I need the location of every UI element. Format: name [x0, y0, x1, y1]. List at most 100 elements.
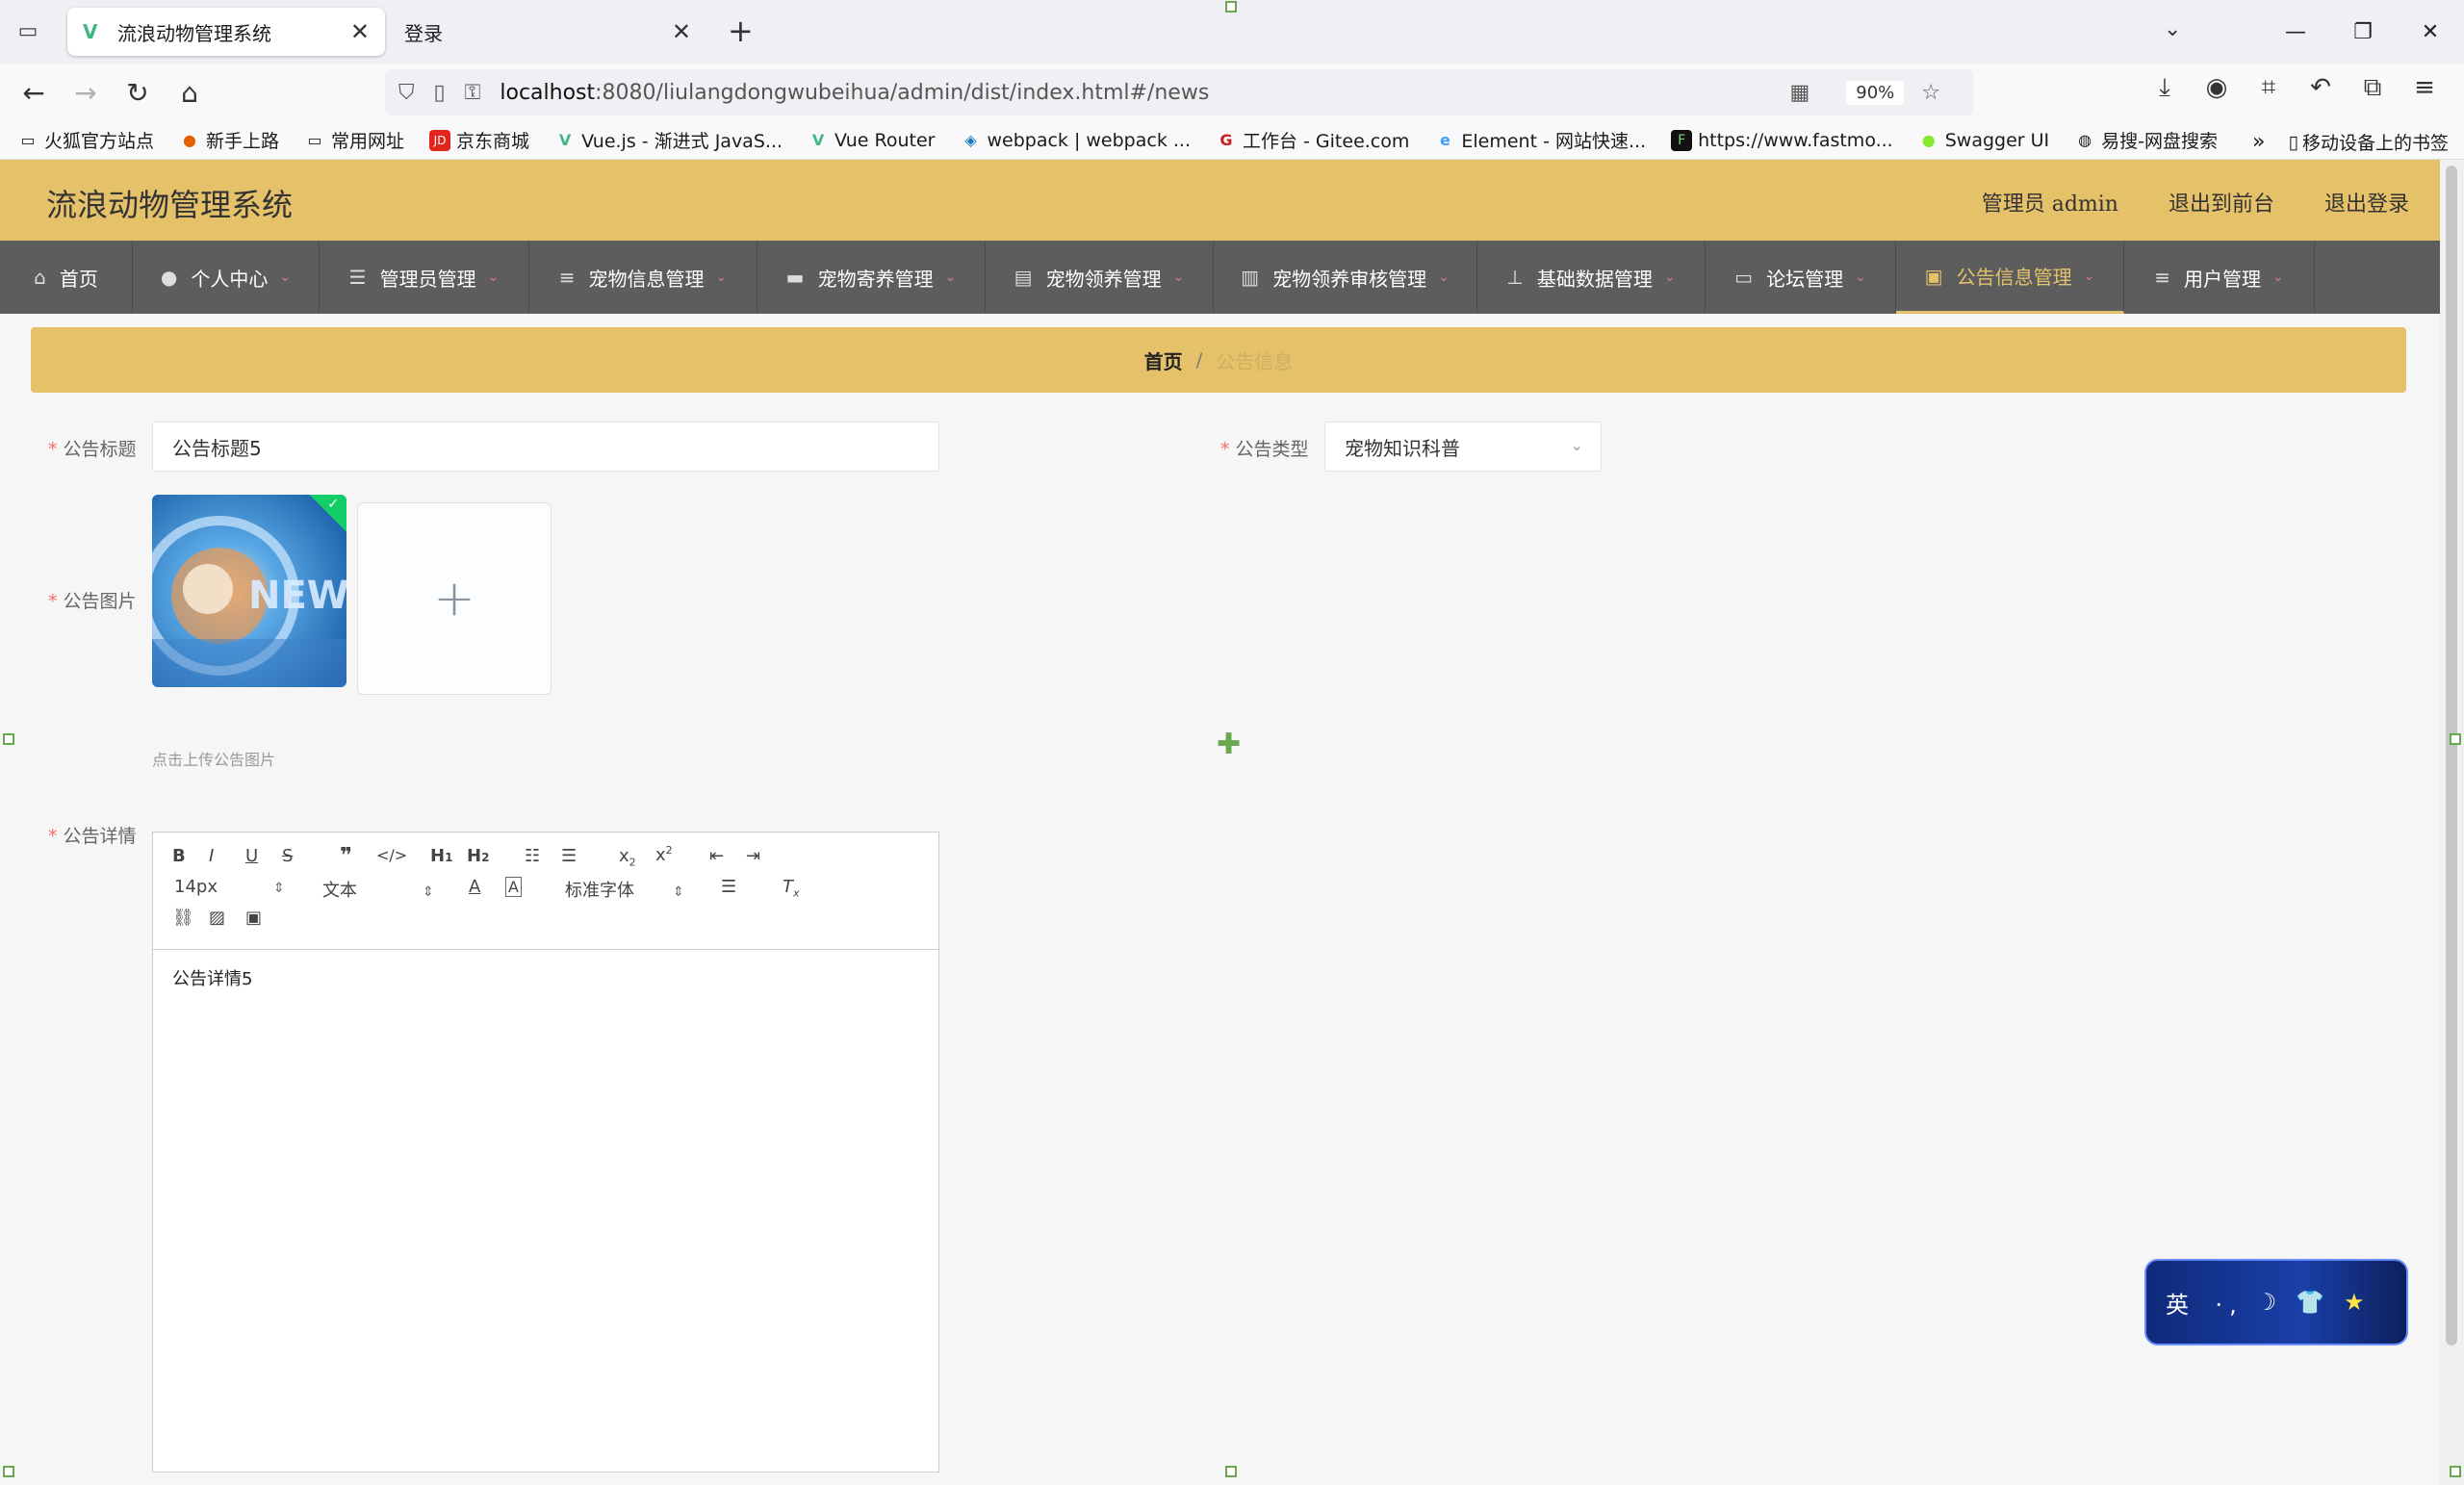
- breadcrumb-home[interactable]: 首页: [1144, 346, 1183, 374]
- menu-item-notice[interactable]: ▣ 公告信息管理 ⌄: [1896, 241, 2124, 314]
- menu-item-adopt-review[interactable]: ▥ 宠物领养审核管理 ⌄: [1214, 241, 1477, 314]
- bookmark-item[interactable]: V Vue Router: [808, 130, 936, 151]
- text-color-icon[interactable]: A: [469, 877, 480, 897]
- bookmark-item[interactable]: ● Swagger UI: [1918, 130, 2049, 151]
- forward-icon[interactable]: →: [60, 77, 112, 109]
- menu-icon[interactable]: ≡: [2399, 73, 2451, 103]
- close-tab-icon[interactable]: ✕: [350, 18, 370, 45]
- firefox-icon: ●: [183, 130, 196, 149]
- superscript-icon[interactable]: x2: [655, 844, 673, 865]
- underline-icon[interactable]: U: [245, 846, 258, 866]
- menu-item-pet-info[interactable]: ≡ 宠物信息管理 ⌄: [529, 241, 757, 314]
- blockquote-icon[interactable]: ❞: [340, 844, 352, 868]
- selection-handle: [2450, 1466, 2461, 1477]
- selection-handle: [1225, 1, 1237, 13]
- bookmark-item[interactable]: Fhttps://www.fastmo...: [1671, 129, 1893, 151]
- align-icon[interactable]: ☰: [721, 877, 736, 897]
- bookmark-item[interactable]: ▭ 火狐官方站点: [17, 127, 154, 153]
- tab-active[interactable]: V 流浪动物管理系统 ✕: [67, 8, 385, 56]
- header-select[interactable]: 文本 ⇕: [322, 877, 434, 902]
- editor-content[interactable]: 公告详情5: [153, 950, 938, 1006]
- bookmark-item[interactable]: ◈ webpack | webpack ...: [960, 130, 1191, 151]
- font-family-select[interactable]: 标准字体 ⇕: [565, 877, 684, 902]
- clear-format-icon[interactable]: Tx: [783, 877, 800, 900]
- minimize-icon[interactable]: —: [2262, 20, 2329, 44]
- image-icon[interactable]: ▨: [209, 908, 225, 928]
- undo-icon[interactable]: ↶: [2295, 73, 2347, 103]
- url-text[interactable]: localhost:8080/liulangdongwubeihua/admin…: [500, 81, 1789, 105]
- ordered-list-icon[interactable]: ☷: [525, 846, 540, 866]
- new-tab-button[interactable]: +: [728, 15, 754, 46]
- punctuation-icon[interactable]: ㆍ,: [2208, 1286, 2237, 1319]
- star-icon[interactable]: ★: [2344, 1289, 2365, 1316]
- bookmark-item[interactable]: ● 新手上路: [179, 127, 279, 153]
- chevron-more-icon[interactable]: »: [2252, 130, 2265, 154]
- strike-icon[interactable]: S: [282, 846, 293, 866]
- ime-mode[interactable]: 英: [2166, 1286, 2189, 1319]
- background-color-icon[interactable]: A: [505, 877, 522, 897]
- logout-link[interactable]: 退出登录: [2324, 187, 2409, 218]
- bold-icon[interactable]: B: [172, 846, 186, 866]
- h1-icon[interactable]: H1: [430, 846, 452, 866]
- menu-item-pet-foster[interactable]: ▬ 宠物寄养管理 ⌄: [757, 241, 986, 314]
- notice-image-thumbnail[interactable]: NEWS ✓: [152, 495, 346, 687]
- image-upload-button[interactable]: +: [357, 502, 552, 695]
- menu-item-home[interactable]: ⌂ 首页: [0, 241, 133, 314]
- scrollbar-thumb[interactable]: [2446, 166, 2457, 1345]
- indent-icon[interactable]: ⇥: [746, 846, 760, 866]
- menu-item-users[interactable]: ≡ 用户管理 ⌄: [2124, 241, 2315, 314]
- home-icon[interactable]: ⌂: [164, 77, 216, 109]
- mobile-bookmarks[interactable]: 移动设备上的书签: [2302, 129, 2449, 155]
- menu-item-forum[interactable]: ▭ 论坛管理 ⌄: [1706, 241, 1896, 314]
- type-select[interactable]: 宠物知识科普 ⌄: [1324, 422, 1602, 472]
- zoom-level[interactable]: 90%: [1846, 80, 1905, 105]
- menu-item-base-data[interactable]: ⊥ 基础数据管理 ⌄: [1477, 241, 1706, 314]
- code-icon[interactable]: </>: [376, 846, 407, 864]
- url-bar[interactable]: ⛉ ▯ ⚿ localhost:8080/liulangdongwubeihua…: [385, 69, 1973, 115]
- shield-icon[interactable]: ⛉: [398, 81, 415, 105]
- laptop-icon: ▭: [1734, 266, 1754, 289]
- download-icon[interactable]: ⤓: [2139, 73, 2191, 103]
- outdent-icon[interactable]: ⇤: [709, 846, 724, 866]
- close-tab-icon[interactable]: ✕: [672, 18, 691, 45]
- qr-code-icon[interactable]: ▦: [1789, 81, 1810, 105]
- bookmarks-right: » ▯ 移动设备上的书签: [2252, 129, 2449, 155]
- app-title: 流浪动物管理系统: [46, 187, 294, 223]
- exit-to-front-link[interactable]: 退出到前台: [2169, 187, 2274, 218]
- ime-widget[interactable]: 英 ㆍ, ☽ 👕 ★: [2144, 1259, 2408, 1345]
- restore-icon[interactable]: ❐: [2329, 20, 2397, 44]
- font-size-select[interactable]: 14px ⇕: [174, 877, 285, 897]
- sidebar-toggle-icon[interactable]: ▭: [13, 17, 42, 46]
- tab-login[interactable]: 登录 ✕: [389, 8, 706, 56]
- menu-item-personal[interactable]: ● 个人中心 ⌄: [133, 241, 320, 314]
- list-tabs-icon[interactable]: ⌄: [2164, 17, 2181, 41]
- title-input[interactable]: 公告标题5: [152, 422, 939, 472]
- menu-item-pet-adopt[interactable]: ▤ 宠物领养管理 ⌄: [986, 241, 1214, 314]
- tab-label: 流浪动物管理系统: [117, 21, 271, 45]
- link-icon[interactable]: ⛓: [172, 908, 194, 928]
- close-window-icon[interactable]: ✕: [2397, 20, 2464, 44]
- bullet-list-icon[interactable]: ☰: [561, 846, 577, 866]
- moon-icon[interactable]: ☽: [2256, 1289, 2277, 1316]
- subscript-icon[interactable]: x2: [619, 846, 636, 869]
- italic-icon[interactable]: I: [209, 846, 214, 866]
- key-icon[interactable]: ⚿: [465, 81, 481, 105]
- star-icon[interactable]: ☆: [1921, 81, 1940, 105]
- h2-icon[interactable]: H2: [467, 846, 489, 866]
- bookmark-item[interactable]: ◍ 易搜-网盘搜索: [2074, 127, 2218, 153]
- screenshot-icon[interactable]: ⌗: [2243, 73, 2295, 103]
- reload-icon[interactable]: ↻: [112, 77, 164, 109]
- list-icon: ≡: [558, 266, 576, 289]
- plus-icon: +: [433, 570, 475, 627]
- skin-icon[interactable]: 👕: [2296, 1289, 2324, 1316]
- back-icon[interactable]: ←: [8, 77, 60, 109]
- bookmark-item[interactable]: V Vue.js - 渐进式 JavaS...: [554, 127, 783, 153]
- bookmark-item[interactable]: G 工作台 - Gitee.com: [1216, 127, 1409, 153]
- menu-item-admins[interactable]: ☰ 管理员管理 ⌄: [320, 241, 529, 314]
- extensions-icon[interactable]: ⧉: [2347, 73, 2399, 103]
- video-icon[interactable]: ▣: [245, 908, 262, 928]
- bookmark-item[interactable]: ▭ 常用网址: [304, 127, 404, 153]
- bookmark-item[interactable]: e Element - 网站快速...: [1434, 127, 1646, 153]
- account-icon[interactable]: ◉: [2191, 73, 2243, 103]
- bookmark-item[interactable]: JD 京东商城: [429, 127, 529, 153]
